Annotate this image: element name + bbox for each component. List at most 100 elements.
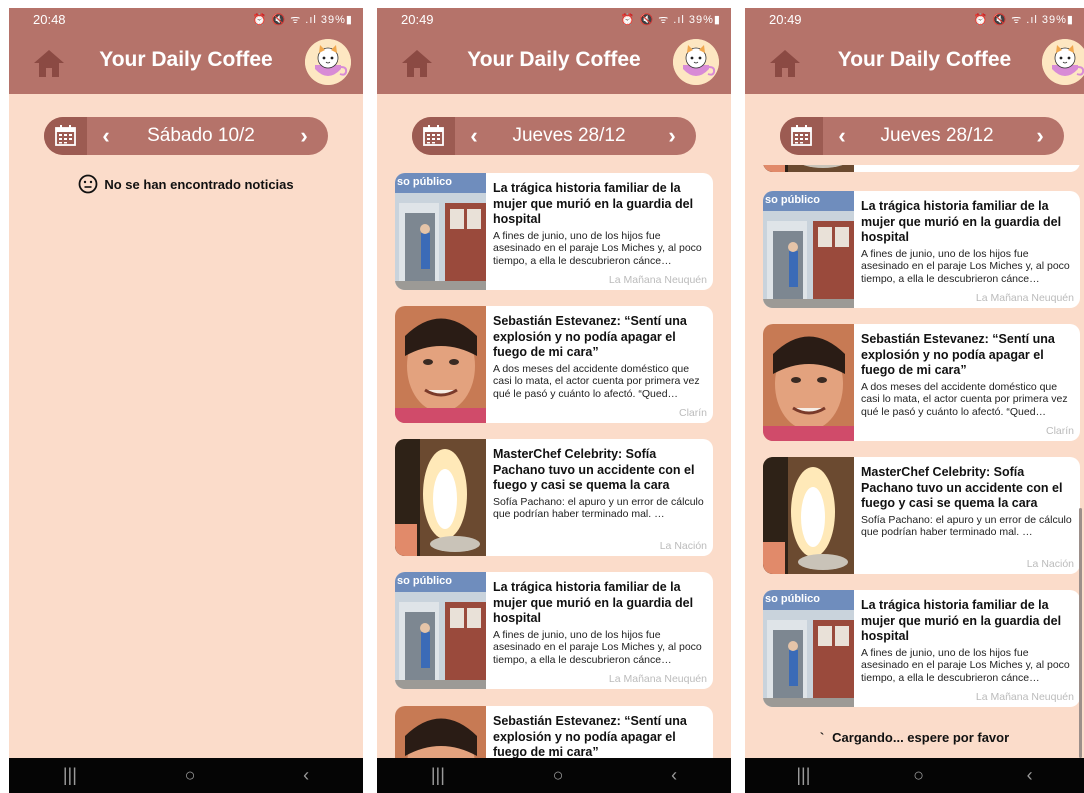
date-label: Sábado 10/2 (147, 125, 255, 146)
home-button[interactable]: ○ (553, 765, 564, 786)
news-card[interactable]: MasterChef Celebrity: Sofía Pachano tuvo… (763, 457, 1080, 574)
app-bar: Your Daily Coffee (745, 30, 1084, 94)
news-thumbnail: so público (763, 191, 854, 308)
news-card[interactable]: Sebastián Estevanez: “Sentí una explosió… (395, 706, 713, 758)
loading-message: Cargando... espere por favor (832, 730, 1010, 745)
news-description: A dos meses del accidente doméstico que … (493, 362, 700, 400)
home-button[interactable]: ○ (913, 765, 924, 786)
calendar-button[interactable] (780, 117, 823, 155)
news-thumbnail (395, 439, 486, 556)
empty-state: No se han encontrado noticias (9, 174, 363, 194)
news-title: MasterChef Celebrity: Sofía Pachano tuvo… (861, 465, 1063, 510)
news-card-body: Sebastián Estevanez: “Sentí una explosió… (486, 706, 713, 758)
home-button[interactable]: ○ (185, 765, 196, 786)
coffee-cat-icon[interactable] (673, 39, 719, 85)
news-card[interactable]: so público La trágica historia familiar … (395, 572, 713, 689)
spinner-icon: ` (819, 730, 825, 745)
status-time: 20:48 (33, 11, 66, 27)
coffee-cat-icon[interactable] (305, 39, 351, 85)
calendar-button[interactable] (44, 117, 87, 155)
news-source: Clarín (1045, 425, 1074, 437)
thumbnail-text: so público (397, 575, 452, 587)
news-card-body: MasterChef Celebrity: Sofía Pachano tuvo… (486, 439, 713, 556)
news-card[interactable]: Sebastián Estevanez: “Sentí una explosió… (763, 324, 1080, 441)
news-card-body: Sebastián Estevanez: “Sentí una explosió… (854, 324, 1080, 441)
news-thumbnail: so público (763, 590, 854, 707)
status-time: 20:49 (401, 11, 434, 27)
news-title: Sebastián Estevanez: “Sentí una explosió… (493, 314, 687, 359)
chevron-right-icon[interactable]: › (1028, 117, 1052, 155)
status-bar: 20:49 ⏰ 🔇 ᯤ .ıl 39%▮ (377, 8, 731, 30)
news-card[interactable]: so público La trágica historia familiar … (763, 590, 1080, 707)
status-icons: ⏰ 🔇 ᯤ .ıl 39%▮ (973, 13, 1074, 26)
recent-apps-button[interactable]: ||| (796, 765, 810, 786)
news-source: La Nación (659, 540, 707, 552)
news-card[interactable]: Sebastián Estevanez: “Sentí una explosió… (395, 306, 713, 423)
news-thumbnail (763, 324, 854, 441)
status-time: 20:49 (769, 11, 802, 27)
loading-indicator: ` Cargando... espere por favor (745, 730, 1084, 745)
chevron-right-icon[interactable]: › (660, 117, 684, 155)
date-label: Jueves 28/12 (512, 125, 626, 146)
recent-apps-button[interactable]: ||| (63, 765, 77, 786)
screen-feed: 20:49 ⏰ 🔇 ᯤ .ıl 39%▮ Your Daily Coffee ‹… (377, 8, 731, 793)
news-card-body: Sebastián Estevanez: “Sentí una explosió… (486, 306, 713, 423)
news-description: Sofía Pachano: el apuro y un error de cá… (493, 495, 704, 521)
news-card-partial[interactable] (763, 165, 1080, 172)
news-title: MasterChef Celebrity: Sofía Pachano tuvo… (493, 447, 695, 492)
calendar-icon (55, 125, 76, 146)
status-icons: ⏰ 🔇 ᯤ .ıl 39%▮ (252, 13, 353, 26)
system-nav-bar: ||| ○ ‹ (745, 758, 1084, 793)
thumbnail-text: so público (765, 593, 820, 605)
news-card-body: La trágica historia familiar de la mujer… (486, 173, 713, 290)
news-thumbnail (763, 457, 854, 574)
date-selector: ‹ Jueves 28/12 › (412, 117, 696, 155)
news-thumbnail (763, 165, 854, 172)
news-thumbnail: so público (395, 173, 486, 290)
news-feed[interactable]: so público La trágica historia familiar … (763, 165, 1080, 713)
news-description: Sofía Pachano: el apuro y un error de cá… (861, 513, 1072, 539)
news-card[interactable]: MasterChef Celebrity: Sofía Pachano tuvo… (395, 439, 713, 556)
thumbnail-text: so público (397, 176, 452, 188)
news-description: A fines de junio, uno de los hijos fue a… (861, 247, 1070, 285)
back-button[interactable]: ‹ (671, 765, 677, 786)
scrollbar[interactable] (1079, 508, 1082, 758)
news-feed[interactable]: so público La trágica historia familiar … (395, 165, 713, 758)
calendar-button[interactable] (412, 117, 455, 155)
news-title: Sebastián Estevanez: “Sentí una explosió… (493, 714, 687, 758)
news-thumbnail (395, 306, 486, 423)
back-button[interactable]: ‹ (303, 765, 309, 786)
status-icons: ⏰ 🔇 ᯤ .ıl 39%▮ (620, 13, 721, 26)
date-selector: ‹ Sábado 10/2 › (44, 117, 328, 155)
calendar-icon (791, 125, 812, 146)
news-card-body: La trágica historia familiar de la mujer… (854, 191, 1080, 308)
news-description: A fines de junio, uno de los hijos fue a… (493, 628, 702, 666)
thumbnail-text: so público (765, 194, 820, 206)
coffee-cat-icon[interactable] (1042, 39, 1084, 85)
news-card-body: MasterChef Celebrity: Sofía Pachano tuvo… (854, 457, 1080, 574)
chevron-right-icon[interactable]: › (292, 117, 316, 155)
news-source: La Mañana Neuquén (608, 274, 707, 286)
news-description: A fines de junio, uno de los hijos fue a… (493, 229, 702, 267)
recent-apps-button[interactable]: ||| (431, 765, 445, 786)
system-nav-bar: ||| ○ ‹ (9, 758, 363, 793)
news-thumbnail (395, 706, 486, 758)
date-selector: ‹ Jueves 28/12 › (780, 117, 1064, 155)
news-card[interactable]: so público La trágica historia familiar … (395, 173, 713, 290)
news-card[interactable]: so público La trágica historia familiar … (763, 191, 1080, 308)
news-source: La Mañana Neuquén (975, 691, 1074, 703)
system-nav-bar: ||| ○ ‹ (377, 758, 731, 793)
news-card-body: La trágica historia familiar de la mujer… (486, 572, 713, 689)
news-title: La trágica historia familiar de la mujer… (493, 580, 694, 625)
news-title: La trágica historia familiar de la mujer… (861, 199, 1062, 244)
news-card-body: La trágica historia familiar de la mujer… (854, 590, 1080, 707)
news-description: A dos meses del accidente doméstico que … (861, 380, 1068, 418)
back-button[interactable]: ‹ (1027, 765, 1033, 786)
neutral-face-icon (78, 174, 98, 194)
news-description: A fines de junio, uno de los hijos fue a… (861, 646, 1070, 684)
screen-loading: 20:49 ⏰ 🔇 ᯤ .ıl 39%▮ Your Daily Coffee ‹… (745, 8, 1084, 793)
empty-message: No se han encontrado noticias (104, 176, 294, 192)
news-title: Sebastián Estevanez: “Sentí una explosió… (861, 332, 1055, 377)
news-source: La Mañana Neuquén (608, 673, 707, 685)
date-label: Jueves 28/12 (880, 125, 994, 146)
